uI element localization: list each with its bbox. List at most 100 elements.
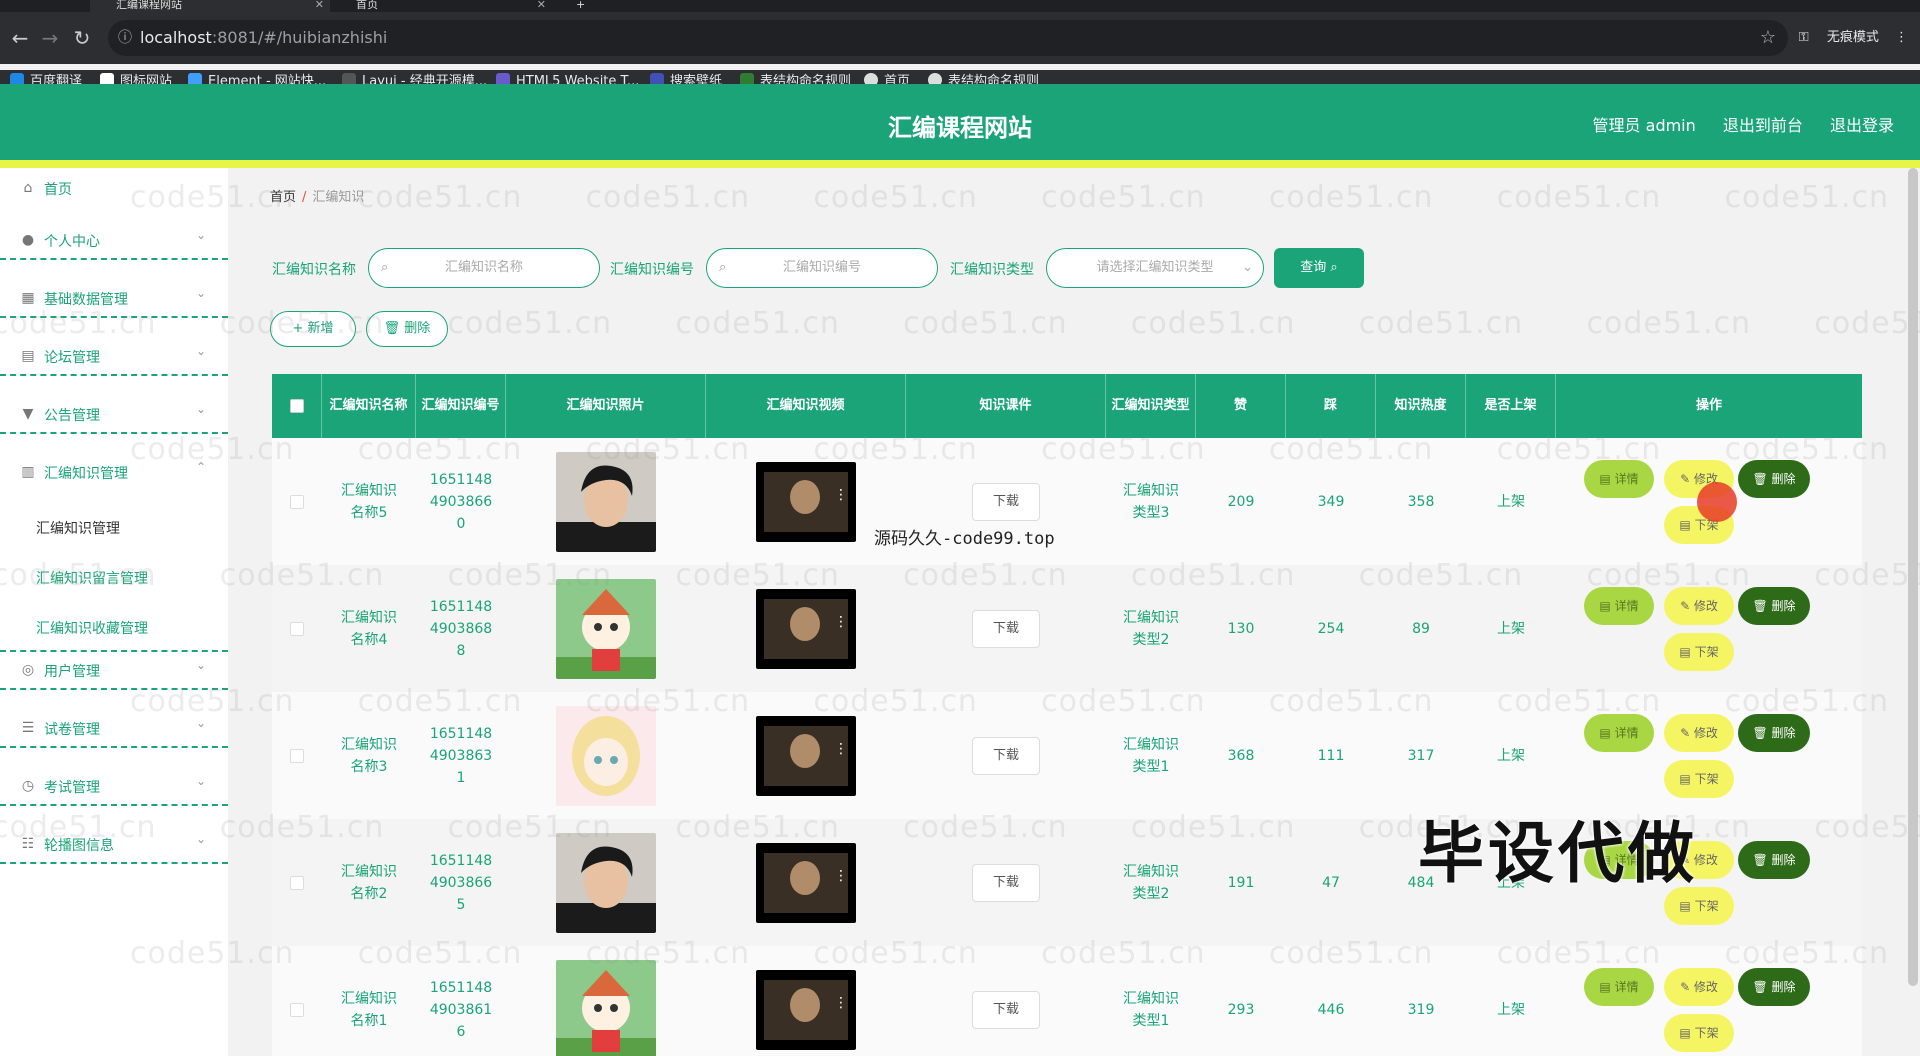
reload-icon[interactable]: ↻ [68,24,96,52]
delete-button[interactable]: 🗑 删除 [1738,714,1810,752]
like-count-text: 368 [1227,747,1255,764]
download-button[interactable]: 下载 [972,609,1040,648]
breadcrumb: 首页 / 汇编知识 [270,190,365,205]
knowledge-code-text: 165114849038660 [429,471,493,532]
list-icon: ☰ [21,720,35,736]
knowledge-video[interactable]: ⋮ [706,565,906,692]
off-shelf-button[interactable]: ▤ 下架 [1664,760,1734,798]
divider [0,746,228,748]
divider [0,258,228,260]
logout-link[interactable]: 退出登录 [1830,116,1894,135]
sidebar-item-papers[interactable]: ☰ 试卷管理 ⌄ [0,708,228,748]
knowledge-name-text: 汇编知识名称1 [341,990,397,1029]
edit-button[interactable]: ✎ 修改 [1664,714,1734,752]
delete-button[interactable]: 🗑 删除 [1738,460,1810,498]
row-select-cell[interactable] [272,438,322,565]
back-to-front-link[interactable]: 退出到前台 [1723,116,1803,135]
browser-tab[interactable]: 首页 ✕ [332,0,552,12]
row-select-cell[interactable] [272,819,322,946]
heat-value-text: 317 [1407,747,1435,764]
sidebar-item-knowledge[interactable]: ▥ 汇编知识管理 ⌃ [0,452,228,492]
name-search-input[interactable]: ⌕ 汇编知识名称 [368,248,600,288]
table-row: 汇编知识名称1 165114849038616 ⋮ 下载 汇编知识类型1 293 446 31… [272,946,1862,1056]
sidebar-item-carousel[interactable]: ☷ 轮播图信息 ⌄ [0,824,228,864]
detail-button[interactable]: ▤ 详情 [1584,968,1654,1006]
back-icon[interactable]: ← [6,24,34,52]
chevron-down-icon: ⌄ [196,402,207,416]
knowledge-name: 汇编知识名称5 [322,438,416,565]
edit-button[interactable]: ✎ 修改 [1664,968,1734,1006]
sidebar-item-exams[interactable]: ◷ 考试管理 ⌄ [0,766,228,806]
row-select-cell[interactable] [272,565,322,692]
sub-item-knowledge-comments[interactable]: 汇编知识留言管理 [36,568,148,588]
select-all-checkbox[interactable] [272,374,322,438]
dislike-count: 349 [1286,438,1376,565]
edit-button[interactable]: ✎ 修改 [1664,587,1734,625]
dislike-count: 446 [1286,946,1376,1056]
row-checkbox[interactable] [290,875,304,890]
download-button[interactable]: 下载 [972,863,1040,902]
sidebar-item-notice[interactable]: ▼ 公告管理 ⌄ [0,394,228,434]
menu-icon[interactable]: ⋮ [1895,30,1908,45]
download-button[interactable]: 下载 [972,736,1040,775]
knowledge-type: 汇编知识类型2 [1106,565,1196,692]
close-icon[interactable]: ✕ [537,0,546,10]
browser-profile[interactable]: ⚿ 无痕模式 ⋮ [1799,26,1908,45]
knowledge-type-text: 汇编知识类型3 [1123,482,1179,521]
row-select-cell[interactable] [272,946,322,1056]
row-checkbox[interactable] [290,1002,304,1017]
detail-button[interactable]: ▤ 详情 [1584,460,1654,498]
code-search-input[interactable]: ⌕ 汇编知识编号 [706,248,938,288]
detail-button[interactable]: ▤ 详情 [1584,714,1654,752]
query-button[interactable]: 查询 ⌕ [1274,248,1364,288]
forward-icon[interactable]: → [36,24,64,52]
knowledge-name-text: 汇编知识名称2 [341,863,397,902]
courseware-cell: 下载 [906,565,1106,692]
type-select[interactable]: 请选择汇编知识类型 ⌄ [1046,248,1264,288]
close-icon[interactable]: ✕ [315,0,324,10]
delete-button[interactable]: 🗑 删除 [1738,587,1810,625]
knowledge-video[interactable]: ⋮ [706,819,906,946]
like-count-text: 130 [1227,620,1255,637]
row-checkbox[interactable] [290,621,304,636]
sidebar-item-profile[interactable]: ● 个人中心 ⌄ [0,220,228,260]
sidebar-item-base-data[interactable]: ▦ 基础数据管理 ⌄ [0,278,228,318]
knowledge-video[interactable]: ⋮ [706,946,906,1056]
row-checkbox[interactable] [290,748,304,763]
delete-button[interactable]: 🗑 删除 [1738,968,1810,1006]
search-icon: ⌕ [381,260,389,275]
delete-button[interactable]: 🗑 删除 [1738,841,1810,879]
breadcrumb-home[interactable]: 首页 [270,190,296,205]
knowledge-name: 汇编知识名称1 [322,946,416,1056]
new-tab-icon[interactable]: + [576,0,596,12]
download-button[interactable]: 下载 [972,482,1040,521]
batch-delete-button[interactable]: 🗑 删除 [366,311,448,347]
knowledge-code: 165114849038631 [416,692,506,819]
dislike-count-text: 446 [1317,1001,1345,1018]
star-icon[interactable]: ☆ [1760,20,1776,56]
profile-label: 无痕模式 [1826,30,1879,45]
sidebar-item-home[interactable]: ⌂ 首页 [0,168,228,208]
url-input[interactable]: ⓘ localhost:8081/#/huibianzhishi ☆ [108,20,1788,56]
page-scrollbar[interactable] [1908,168,1918,986]
row-checkbox[interactable] [290,494,304,509]
home-icon: ⌂ [23,180,33,196]
info-icon[interactable]: ⓘ [118,20,132,56]
sub-item-knowledge-manage[interactable]: 汇编知识管理 [36,518,120,538]
off-shelf-button[interactable]: ▤ 下架 [1664,1014,1734,1052]
tab-title: 汇编课程网站 [116,0,182,11]
knowledge-video[interactable]: ⋮ [706,692,906,819]
off-shelf-button[interactable]: ▤ 下架 [1664,633,1734,671]
add-button[interactable]: + 新增 [270,311,356,347]
browser-tab-active[interactable]: 汇编课程网站 ✕ [90,0,330,12]
sub-item-knowledge-favorites[interactable]: 汇编知识收藏管理 [36,618,148,638]
sidebar-item-forum[interactable]: ▤ 论坛管理 ⌄ [0,336,228,376]
dislike-count: 254 [1286,565,1376,692]
key-icon[interactable]: ⚿ [1799,30,1809,45]
row-select-cell[interactable] [272,692,322,819]
clock-icon: ◷ [21,778,35,794]
detail-button[interactable]: ▤ 详情 [1584,587,1654,625]
knowledge-type-text: 汇编知识类型1 [1123,990,1179,1029]
sidebar-item-users[interactable]: ◎ 用户管理 ⌄ [0,650,228,690]
download-button[interactable]: 下载 [972,990,1040,1029]
